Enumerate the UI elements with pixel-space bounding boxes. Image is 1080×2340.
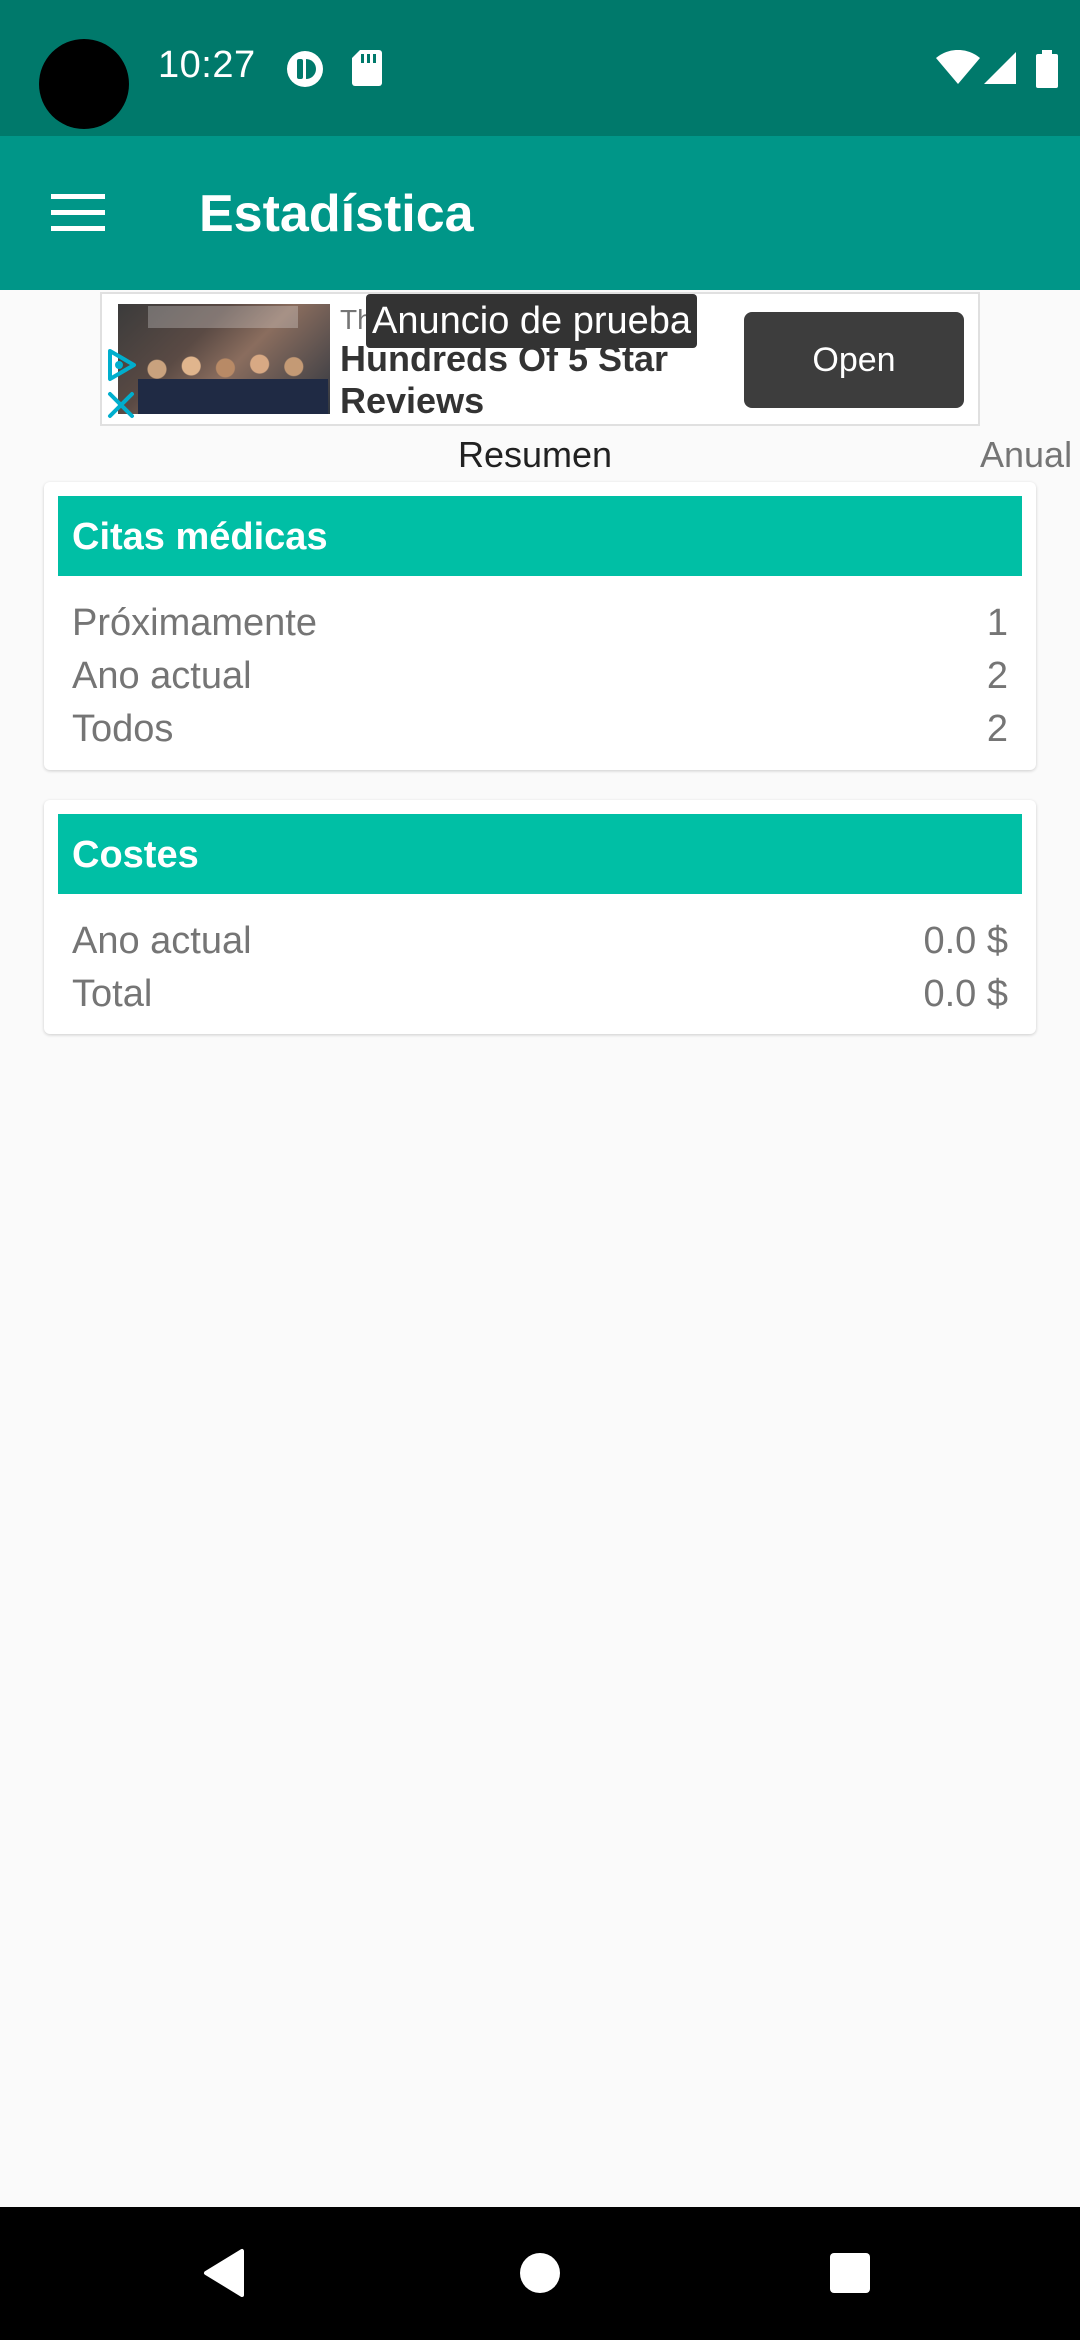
ad-image[interactable] [118, 304, 330, 414]
app-notification-icon [286, 50, 324, 88]
hamburger-menu-icon [51, 194, 105, 231]
card-header: Citas médicas [58, 496, 1022, 576]
navigation-bar [0, 2207, 1080, 2340]
stat-row: Ano actual 2 [72, 655, 1008, 708]
app-bar: Estadística [0, 136, 1080, 290]
card-title: Costes [72, 834, 199, 876]
stat-value: 0.0 $ [923, 920, 1008, 962]
costs-card: Costes Ano actual 0.0 $ Total 0.0 $ [44, 800, 1036, 1034]
stat-label: Total [72, 973, 153, 1015]
home-icon[interactable] [510, 2243, 570, 2303]
ad-open-button[interactable]: Open [744, 312, 964, 408]
stat-row: Todos 2 [72, 708, 1008, 761]
adchoices-icon[interactable] [104, 348, 138, 382]
card-header: Costes [58, 814, 1022, 894]
stat-label: Ano actual [72, 655, 252, 697]
appointments-card: Citas médicas Próximamente 1 Ano actual … [44, 482, 1036, 770]
stat-label: Ano actual [72, 920, 252, 962]
sd-card-icon [352, 50, 382, 86]
wifi-icon [936, 50, 980, 86]
back-icon[interactable] [196, 2243, 256, 2303]
status-bar: 10:27 [0, 0, 1080, 136]
stat-value: 2 [986, 708, 1008, 750]
stat-row: Ano actual 0.0 $ [72, 920, 1008, 973]
ad-headline[interactable]: Hundreds Of 5 Star Reviews [340, 338, 700, 422]
ad-test-label: Anuncio de prueba [366, 294, 698, 348]
page-title: Estadística [199, 185, 474, 243]
cell-signal-icon [984, 50, 1018, 86]
stat-label: Próximamente [72, 602, 317, 644]
stat-value: 1 [986, 602, 1008, 644]
close-icon[interactable] [106, 390, 136, 420]
stat-row: Total 0.0 $ [72, 973, 1008, 1026]
camera-cutout [39, 39, 129, 129]
stat-value: 2 [986, 655, 1008, 697]
stat-label: Todos [72, 708, 174, 750]
card-title: Citas médicas [72, 516, 328, 558]
ad-banner[interactable]: Th Hundreds Of 5 Star Reviews Anuncio de… [100, 292, 980, 426]
tab-annual[interactable]: Anual [980, 434, 1072, 476]
tab-summary[interactable]: Resumen [458, 434, 612, 476]
menu-button[interactable] [30, 172, 126, 254]
battery-icon [1036, 50, 1058, 88]
status-time: 10:27 [158, 44, 256, 86]
stat-value: 0.0 $ [923, 973, 1008, 1015]
stat-row: Próximamente 1 [72, 602, 1008, 655]
recents-icon[interactable] [820, 2243, 880, 2303]
